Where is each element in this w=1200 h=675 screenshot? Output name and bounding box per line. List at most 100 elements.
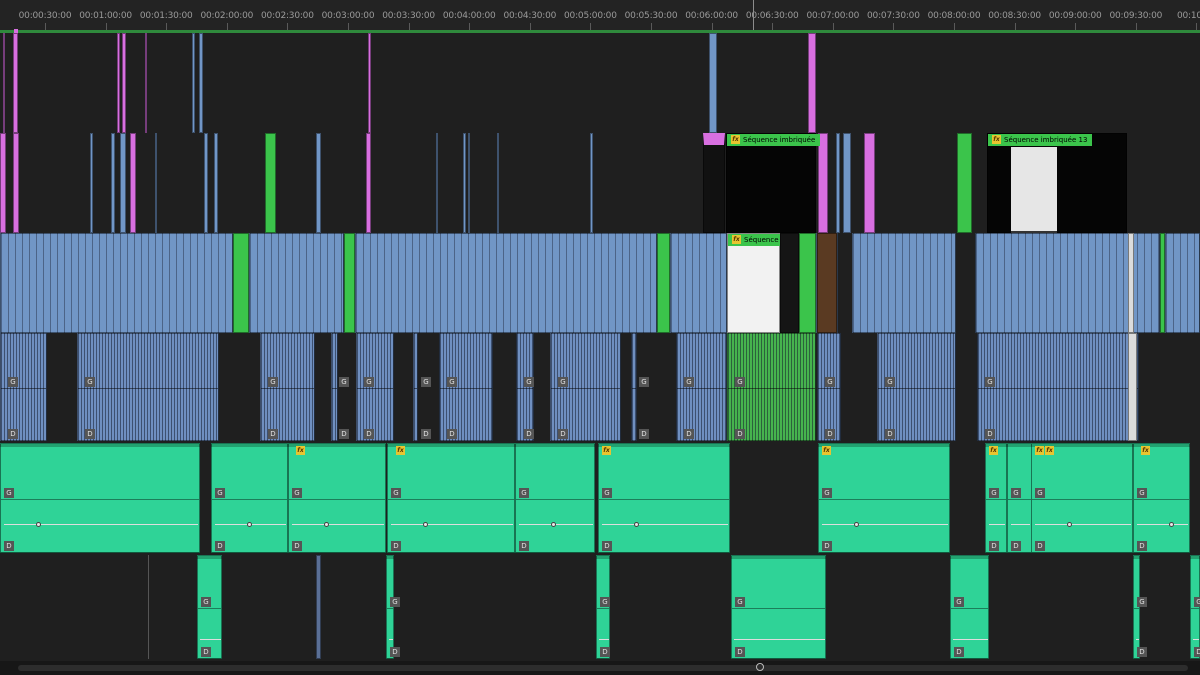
track-a1[interactable]: GDGDGDGDGDGDGDGDGDGDGDGDGDGDGD	[0, 333, 1200, 444]
timeline-clip[interactable]	[957, 133, 972, 233]
timeline-clip[interactable]	[120, 133, 126, 233]
keyframe[interactable]	[1169, 522, 1174, 527]
timeline-clip[interactable]	[808, 33, 816, 133]
timeline-clip[interactable]: Séquence imbriquée fx	[726, 133, 821, 233]
timeline-clip[interactable]: GD	[817, 333, 841, 441]
timeline-clip[interactable]: GD	[77, 333, 219, 441]
timeline-clip[interactable]	[1160, 233, 1165, 333]
track-v4[interactable]	[0, 33, 1200, 134]
timeline-clip[interactable]	[1165, 233, 1200, 333]
timeline-clip[interactable]: GD	[260, 333, 315, 441]
timeline-clip[interactable]: GD	[331, 333, 349, 441]
timeline-clip[interactable]	[192, 33, 195, 133]
timeline-clip[interactable]	[13, 133, 19, 233]
timeline-clip[interactable]	[122, 33, 126, 133]
timeline-clip[interactable]: G Dfx	[985, 443, 1026, 553]
timeline-clip[interactable]	[436, 133, 438, 233]
timeline-clip[interactable]	[366, 133, 371, 233]
timeline-clip[interactable]	[204, 133, 208, 233]
timeline-clip[interactable]: G Dfx	[1133, 443, 1190, 553]
timeline-clip[interactable]: GD	[211, 443, 288, 553]
timeline-clip[interactable]	[843, 133, 851, 233]
timeline-clip[interactable]	[316, 555, 321, 659]
timeline-clip[interactable]	[468, 133, 470, 233]
keyframe[interactable]	[324, 522, 329, 527]
timeline-clip[interactable]: GD	[550, 333, 621, 441]
timeline-clip[interactable]	[145, 33, 147, 133]
timeline-clip[interactable]: GD	[516, 333, 534, 441]
timeline-clip[interactable]	[111, 133, 115, 233]
timeline-clip[interactable]	[3, 33, 5, 133]
zoom-handle[interactable]	[756, 663, 764, 671]
keyframe[interactable]	[551, 522, 556, 527]
timeline-clip[interactable]	[214, 133, 218, 233]
timeline-clip[interactable]	[497, 133, 499, 233]
timeline-clip[interactable]: GD	[950, 555, 989, 659]
timeline-clip[interactable]	[590, 133, 593, 233]
timeline-clip[interactable]	[864, 133, 875, 233]
timeline-clip[interactable]	[265, 133, 276, 233]
timeline-clip[interactable]	[90, 133, 93, 233]
timeline-clip[interactable]	[130, 133, 136, 233]
timeline-clip[interactable]	[670, 233, 727, 333]
timeline-clip[interactable]	[852, 233, 956, 333]
timeline-clip[interactable]	[344, 233, 355, 333]
timeline-clip[interactable]	[657, 233, 670, 333]
scroll-thumb[interactable]	[18, 665, 1188, 671]
timeline-clip[interactable]: GD	[977, 333, 1139, 441]
track-a3[interactable]: GD GD GD GD GD GD GD	[0, 555, 1200, 662]
timeline-clip[interactable]: GD	[596, 555, 610, 659]
track-v1[interactable]: Séquence fx	[0, 233, 1200, 334]
timeline-clip[interactable]	[0, 233, 233, 333]
timeline-clip[interactable]	[1128, 233, 1134, 333]
timeline-clip[interactable]	[818, 133, 828, 233]
timeline-clip[interactable]: GD	[439, 333, 493, 441]
timeline-clip[interactable]	[368, 33, 371, 133]
horizontal-scrollbar[interactable]	[0, 661, 1200, 675]
keyframe[interactable]	[634, 522, 639, 527]
timeline-clip[interactable]: GD	[877, 333, 956, 441]
timeline-clip[interactable]: GD	[386, 555, 400, 659]
timeline-clip[interactable]	[117, 33, 120, 133]
timeline-clip[interactable]	[463, 133, 466, 233]
timeline-clip[interactable]: GD	[413, 333, 431, 441]
timeline-clip[interactable]: GD	[197, 555, 222, 659]
timeline-clip[interactable]: GD	[631, 333, 649, 441]
timeline-clip[interactable]	[249, 233, 344, 333]
timeline-clip[interactable]: Séquence imbriquée 13 fx	[987, 133, 1127, 233]
timeline-clip[interactable]	[1128, 333, 1137, 441]
timeline-clip[interactable]	[799, 233, 816, 333]
timeline-clip[interactable]	[709, 33, 717, 133]
timeline-clip[interactable]	[233, 233, 249, 333]
track-v3[interactable]: Séquence imbriquée fx Séquence imbriquée 1…	[0, 133, 1200, 234]
timeline-clip[interactable]: GD	[1133, 555, 1147, 659]
timeline-clip[interactable]: GD	[731, 555, 826, 659]
timeline-clip[interactable]	[836, 133, 840, 233]
timeline-clip[interactable]	[155, 133, 157, 233]
timeline-clip[interactable]: GD	[727, 333, 816, 441]
timeline-clip[interactable]	[703, 133, 725, 233]
timeline-clip[interactable]	[355, 233, 657, 333]
timeline-clip[interactable]: GD	[515, 443, 595, 553]
timeline-clip[interactable]: G Dfx	[288, 443, 386, 553]
timeline-clip[interactable]: G Dfx fx	[1031, 443, 1133, 553]
timeline-clip[interactable]: GD	[356, 333, 394, 441]
timeline-clip[interactable]	[316, 133, 321, 233]
keyframe[interactable]	[1067, 522, 1072, 527]
timeline-clip[interactable]	[817, 233, 837, 333]
keyframe[interactable]	[423, 522, 428, 527]
timeline-clip[interactable]: GD	[1190, 555, 1200, 659]
timeline-clip[interactable]	[780, 233, 799, 333]
keyframe[interactable]	[854, 522, 859, 527]
timeline-clip[interactable]	[13, 33, 18, 133]
timeline-clip[interactable]: GD	[676, 333, 727, 441]
track-a2[interactable]: G D G D G Dfx G Dfx G D G Dfx G Dfx G Dfx G D G Dfx fx G Dfx	[0, 443, 1200, 556]
timeline-clip[interactable]: GD	[0, 443, 200, 553]
keyframe[interactable]	[36, 522, 41, 527]
keyframe[interactable]	[247, 522, 252, 527]
time-ruler[interactable]: 00:00:30:00 00:01:00:00 00:01:30:00 00:02:0…	[0, 0, 1200, 30]
timeline-clip[interactable]: G Dfx	[598, 443, 730, 553]
timeline-clip[interactable]: GD	[0, 333, 47, 441]
timeline-clip[interactable]	[0, 133, 6, 233]
timeline-clip[interactable]: GD	[1007, 443, 1048, 553]
